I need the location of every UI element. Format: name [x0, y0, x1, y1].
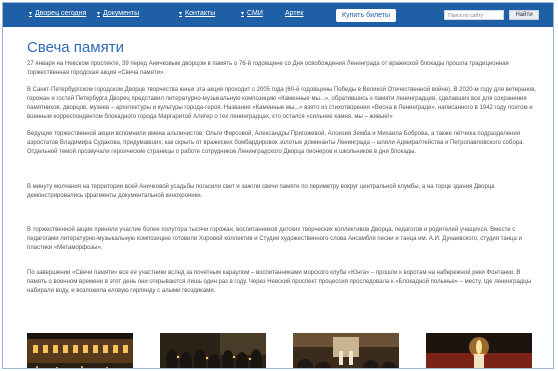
top-navigation: ▾ Дворец сегодня ▾ Документы ▾ Контакты ▾ СМ… — [3, 3, 553, 27]
nav-item-palace-today[interactable]: ▾ Дворец сегодня — [29, 10, 86, 17]
article-paragraph: В Санкт-Петербургском городском Дворце т… — [27, 87, 537, 120]
chevron-down-icon: ▾ — [29, 11, 33, 17]
nav-item-documents[interactable]: ▾ Документы — [97, 10, 139, 17]
article-paragraph: Ведущие торжественной акции вспомнили им… — [27, 131, 525, 155]
chevron-down-icon: ▾ — [241, 11, 245, 17]
buy-tickets-button[interactable]: Купить билеты — [336, 9, 396, 22]
search-input[interactable]: Поиск по сайту — [444, 10, 504, 20]
nav-item-label: Документы — [103, 10, 140, 17]
candle-closeup-photo[interactable] — [426, 333, 532, 368]
nav-item-label: Дворец сегодня — [35, 10, 87, 17]
chevron-down-icon: ▾ — [179, 11, 183, 17]
nav-item-label: СМИ — [247, 10, 263, 17]
nav-item-artek[interactable]: Артек — [285, 10, 304, 17]
chevron-down-icon: ▾ — [97, 11, 101, 17]
nav-item-label: Контакты — [185, 10, 216, 17]
article-paragraph: В минуту молчания на территории всей Ани… — [27, 184, 495, 199]
search-button[interactable]: Найти — [509, 10, 539, 20]
palace-night-photo[interactable] — [27, 333, 133, 368]
article-paragraph: В торжественной акции приняли участие бо… — [27, 227, 522, 251]
page-title: Свеча памяти — [27, 39, 124, 56]
nav-item-label: Артек — [285, 10, 304, 17]
article-paragraph: 27 января на Невском проспекте, 39 перед… — [27, 61, 509, 76]
stage-performance-photo[interactable] — [293, 333, 399, 368]
page-frame: ▾ Дворец сегодня ▾ Документы ▾ Контакты ▾ СМ… — [2, 2, 554, 369]
crowd-candles-photo[interactable] — [160, 333, 266, 368]
article-paragraph: По завершении «Свечи памяти» все ее учас… — [27, 270, 532, 294]
nav-item-contacts[interactable]: ▾ Контакты — [179, 10, 215, 17]
nav-item-media[interactable]: ▾ СМИ — [241, 10, 263, 17]
